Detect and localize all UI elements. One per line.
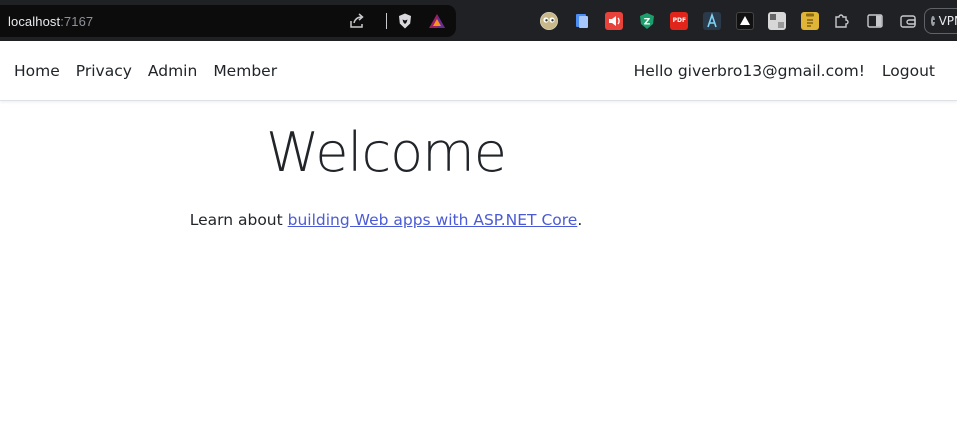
learn-suffix: . — [577, 210, 583, 229]
address-bar[interactable]: localhost:7167 — [0, 5, 456, 37]
logout-button[interactable]: Logout — [882, 62, 935, 80]
vpn-label: VPN — [938, 14, 957, 28]
url-text[interactable]: localhost:7167 — [8, 14, 93, 29]
puzzle-tile-icon[interactable] — [768, 11, 787, 30]
browser-toolbar: localhost:7167 Z PDF VP — [0, 0, 957, 41]
pdf-icon[interactable]: PDF — [670, 11, 689, 30]
nav-link-privacy[interactable]: Privacy — [76, 62, 132, 80]
nav-link-home[interactable]: Home — [14, 62, 60, 80]
brave-shield-icon[interactable] — [396, 12, 414, 30]
docs-icon[interactable] — [573, 12, 591, 30]
aspnet-docs-link[interactable]: building Web apps with ASP.NET Core — [288, 211, 578, 229]
url-host: localhost — [8, 13, 61, 29]
vpn-button[interactable]: VPN — [924, 8, 957, 34]
learn-prefix: Learn about — [189, 210, 288, 229]
main-content: Welcome Learn about building Web apps wi… — [0, 101, 957, 422]
vpn-status-icon — [931, 16, 939, 26]
extensions-bar: Z PDF — [540, 0, 931, 41]
share-icon[interactable] — [348, 12, 366, 30]
wallet-icon[interactable] — [899, 12, 917, 30]
user-greeting: Hello giverbro13@gmail.com! — [633, 61, 865, 80]
user-area: Hello giverbro13@gmail.com! Logout — [634, 41, 935, 100]
url-port: :7167 — [60, 13, 94, 29]
brave-rewards-icon[interactable] — [428, 12, 446, 30]
nav-link-admin[interactable]: Admin — [148, 62, 197, 80]
svg-text:Z: Z — [644, 17, 651, 27]
vector-a-icon[interactable] — [702, 11, 721, 30]
nav-link-member[interactable]: Member — [213, 62, 277, 80]
nav-links: Home Privacy Admin Member — [14, 41, 293, 100]
learn-paragraph: Learn about building Web apps with ASP.N… — [0, 211, 772, 229]
eyes-icon[interactable] — [540, 11, 558, 30]
site-navbar: Home Privacy Admin Member Hello giverbro… — [0, 41, 957, 101]
dark-triangle-icon[interactable] — [735, 11, 754, 30]
sidebar-icon[interactable] — [866, 12, 884, 30]
page-title: Welcome — [265, 121, 507, 184]
speaker-icon[interactable] — [605, 11, 624, 30]
clipboard-icon[interactable] — [800, 11, 819, 30]
shield-z-icon[interactable]: Z — [638, 12, 656, 30]
puzzle-icon[interactable] — [833, 12, 851, 30]
